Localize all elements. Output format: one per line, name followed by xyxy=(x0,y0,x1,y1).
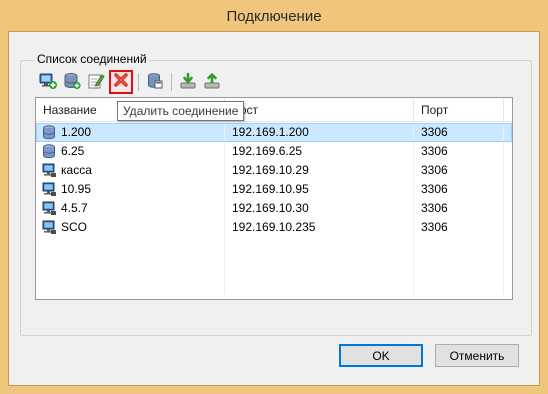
list-row[interactable]: касса 192.169.10.29 3306 xyxy=(36,161,512,180)
list-row[interactable]: 4.5.7 192.169.10.30 3306 xyxy=(36,199,512,218)
edit-connection-button[interactable] xyxy=(85,71,107,93)
toolbar-separator xyxy=(138,73,139,91)
list-row[interactable]: 1.200 192.169.1.200 3306 xyxy=(36,123,512,142)
window-title: Подключение xyxy=(0,0,548,31)
row-host: 192.169.1.200 xyxy=(225,123,414,142)
add-connection-button[interactable] xyxy=(37,71,59,93)
column-header-host[interactable]: Хост xyxy=(225,98,414,122)
list-row[interactable]: SCO 192.169.10.235 3306 xyxy=(36,218,512,237)
row-host: 192.169.10.29 xyxy=(225,161,414,180)
cancel-button[interactable]: Отменить xyxy=(435,344,519,367)
list-row[interactable]: 6.25 192.169.6.25 3306 xyxy=(36,142,512,161)
row-host: 192.169.10.235 xyxy=(225,218,414,237)
database-icon xyxy=(41,125,57,141)
properties-button[interactable] xyxy=(144,71,166,93)
row-name: SCO xyxy=(61,220,88,234)
row-name: 10.95 xyxy=(61,182,92,196)
ok-button[interactable]: OK xyxy=(339,344,423,367)
row-name: 1.200 xyxy=(61,125,92,139)
row-port: 3306 xyxy=(414,161,504,180)
row-host: 192.169.10.30 xyxy=(225,199,414,218)
monitor-add-icon xyxy=(39,72,57,93)
database-add-icon xyxy=(63,72,81,93)
red-x-delete-icon xyxy=(113,72,129,91)
connections-list[interactable]: Название Хост Порт 1.200 192.169.1.200 3… xyxy=(35,97,513,300)
edit-icon xyxy=(87,72,105,93)
add-database-button[interactable] xyxy=(61,71,83,93)
row-host: 192.169.10.95 xyxy=(225,180,414,199)
empty-grid xyxy=(36,237,512,294)
row-host: 192.169.6.25 xyxy=(225,142,414,161)
export-button[interactable] xyxy=(201,71,223,93)
list-rows: 1.200 192.169.1.200 3306 6.25 192.169.6.… xyxy=(36,123,512,237)
database-icon xyxy=(41,144,57,160)
toolbar xyxy=(37,69,225,94)
list-row[interactable]: 10.95 192.169.10.95 3306 xyxy=(36,180,512,199)
list-header: Название Хост Порт xyxy=(36,98,512,122)
computer-icon xyxy=(41,220,57,236)
row-name: 4.5.7 xyxy=(61,201,88,215)
column-header-port[interactable]: Порт xyxy=(414,98,504,122)
import-button[interactable] xyxy=(177,71,199,93)
row-port: 3306 xyxy=(414,180,504,199)
download-green-icon xyxy=(179,72,197,93)
row-name: 6.25 xyxy=(61,144,85,158)
row-port: 3306 xyxy=(414,218,504,237)
row-port: 3306 xyxy=(414,142,504,161)
delete-tooltip: Удалить соединение xyxy=(117,101,245,121)
toolbar-separator xyxy=(171,73,172,91)
computer-icon xyxy=(41,201,57,217)
group-label: Список соединений xyxy=(35,52,149,66)
computer-icon xyxy=(41,182,57,198)
delete-connection-button[interactable] xyxy=(109,69,133,94)
upload-green-icon xyxy=(203,72,221,93)
computer-icon xyxy=(41,163,57,179)
row-port: 3306 xyxy=(414,123,504,142)
row-name: касса xyxy=(61,163,92,177)
row-port: 3306 xyxy=(414,199,504,218)
window-icon xyxy=(146,72,164,93)
